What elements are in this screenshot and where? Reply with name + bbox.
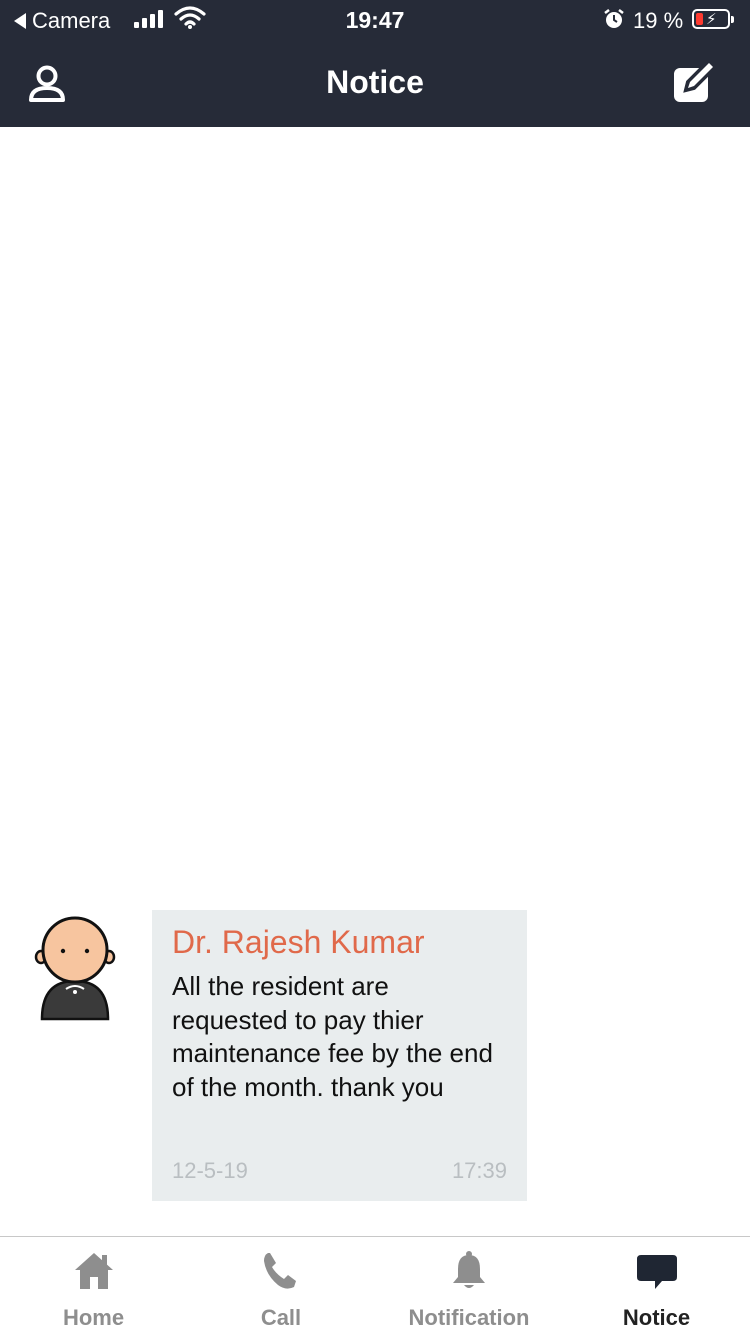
tab-notification-label: Notification — [408, 1305, 530, 1330]
tab-home[interactable]: Home — [0, 1237, 187, 1334]
tab-bar: Home Call Notification Notice — [0, 1236, 750, 1334]
notice-feed[interactable]: Dr. Rajesh Kumar All the resident are re… — [0, 127, 750, 1236]
chat-bubble-icon — [636, 1255, 677, 1289]
status-bar: Camera 19:47 19 % ⚡ — [0, 0, 750, 40]
tab-home-label: Home — [62, 1305, 125, 1330]
compose-icon[interactable] — [672, 58, 720, 104]
tab-notice-label: Notice — [622, 1305, 691, 1330]
notice-date: 12-5-19 — [172, 1158, 248, 1183]
tab-notification[interactable]: Notification — [375, 1237, 563, 1334]
battery-icon: ⚡ — [692, 9, 734, 29]
avatar — [34, 916, 116, 1021]
tab-notice[interactable]: Notice — [563, 1237, 750, 1334]
phone-icon — [264, 1253, 296, 1289]
top-bar: Camera 19:47 19 % ⚡ Notice — [0, 0, 750, 127]
bell-icon — [453, 1251, 485, 1288]
alarm-icon — [604, 9, 624, 28]
home-icon — [74, 1253, 113, 1289]
notice-time: 17:39 — [451, 1158, 507, 1183]
notice-card[interactable]: Dr. Rajesh Kumar All the resident are re… — [152, 910, 527, 1201]
notice-sender: Dr. Rajesh Kumar — [172, 924, 425, 960]
battery-percent: 19 % — [633, 8, 684, 33]
notice-message: All the resident are requested to pay th… — [172, 971, 493, 1102]
page-title: Notice — [326, 64, 424, 100]
tab-call-label: Call — [260, 1305, 302, 1330]
tab-call[interactable]: Call — [187, 1237, 375, 1334]
